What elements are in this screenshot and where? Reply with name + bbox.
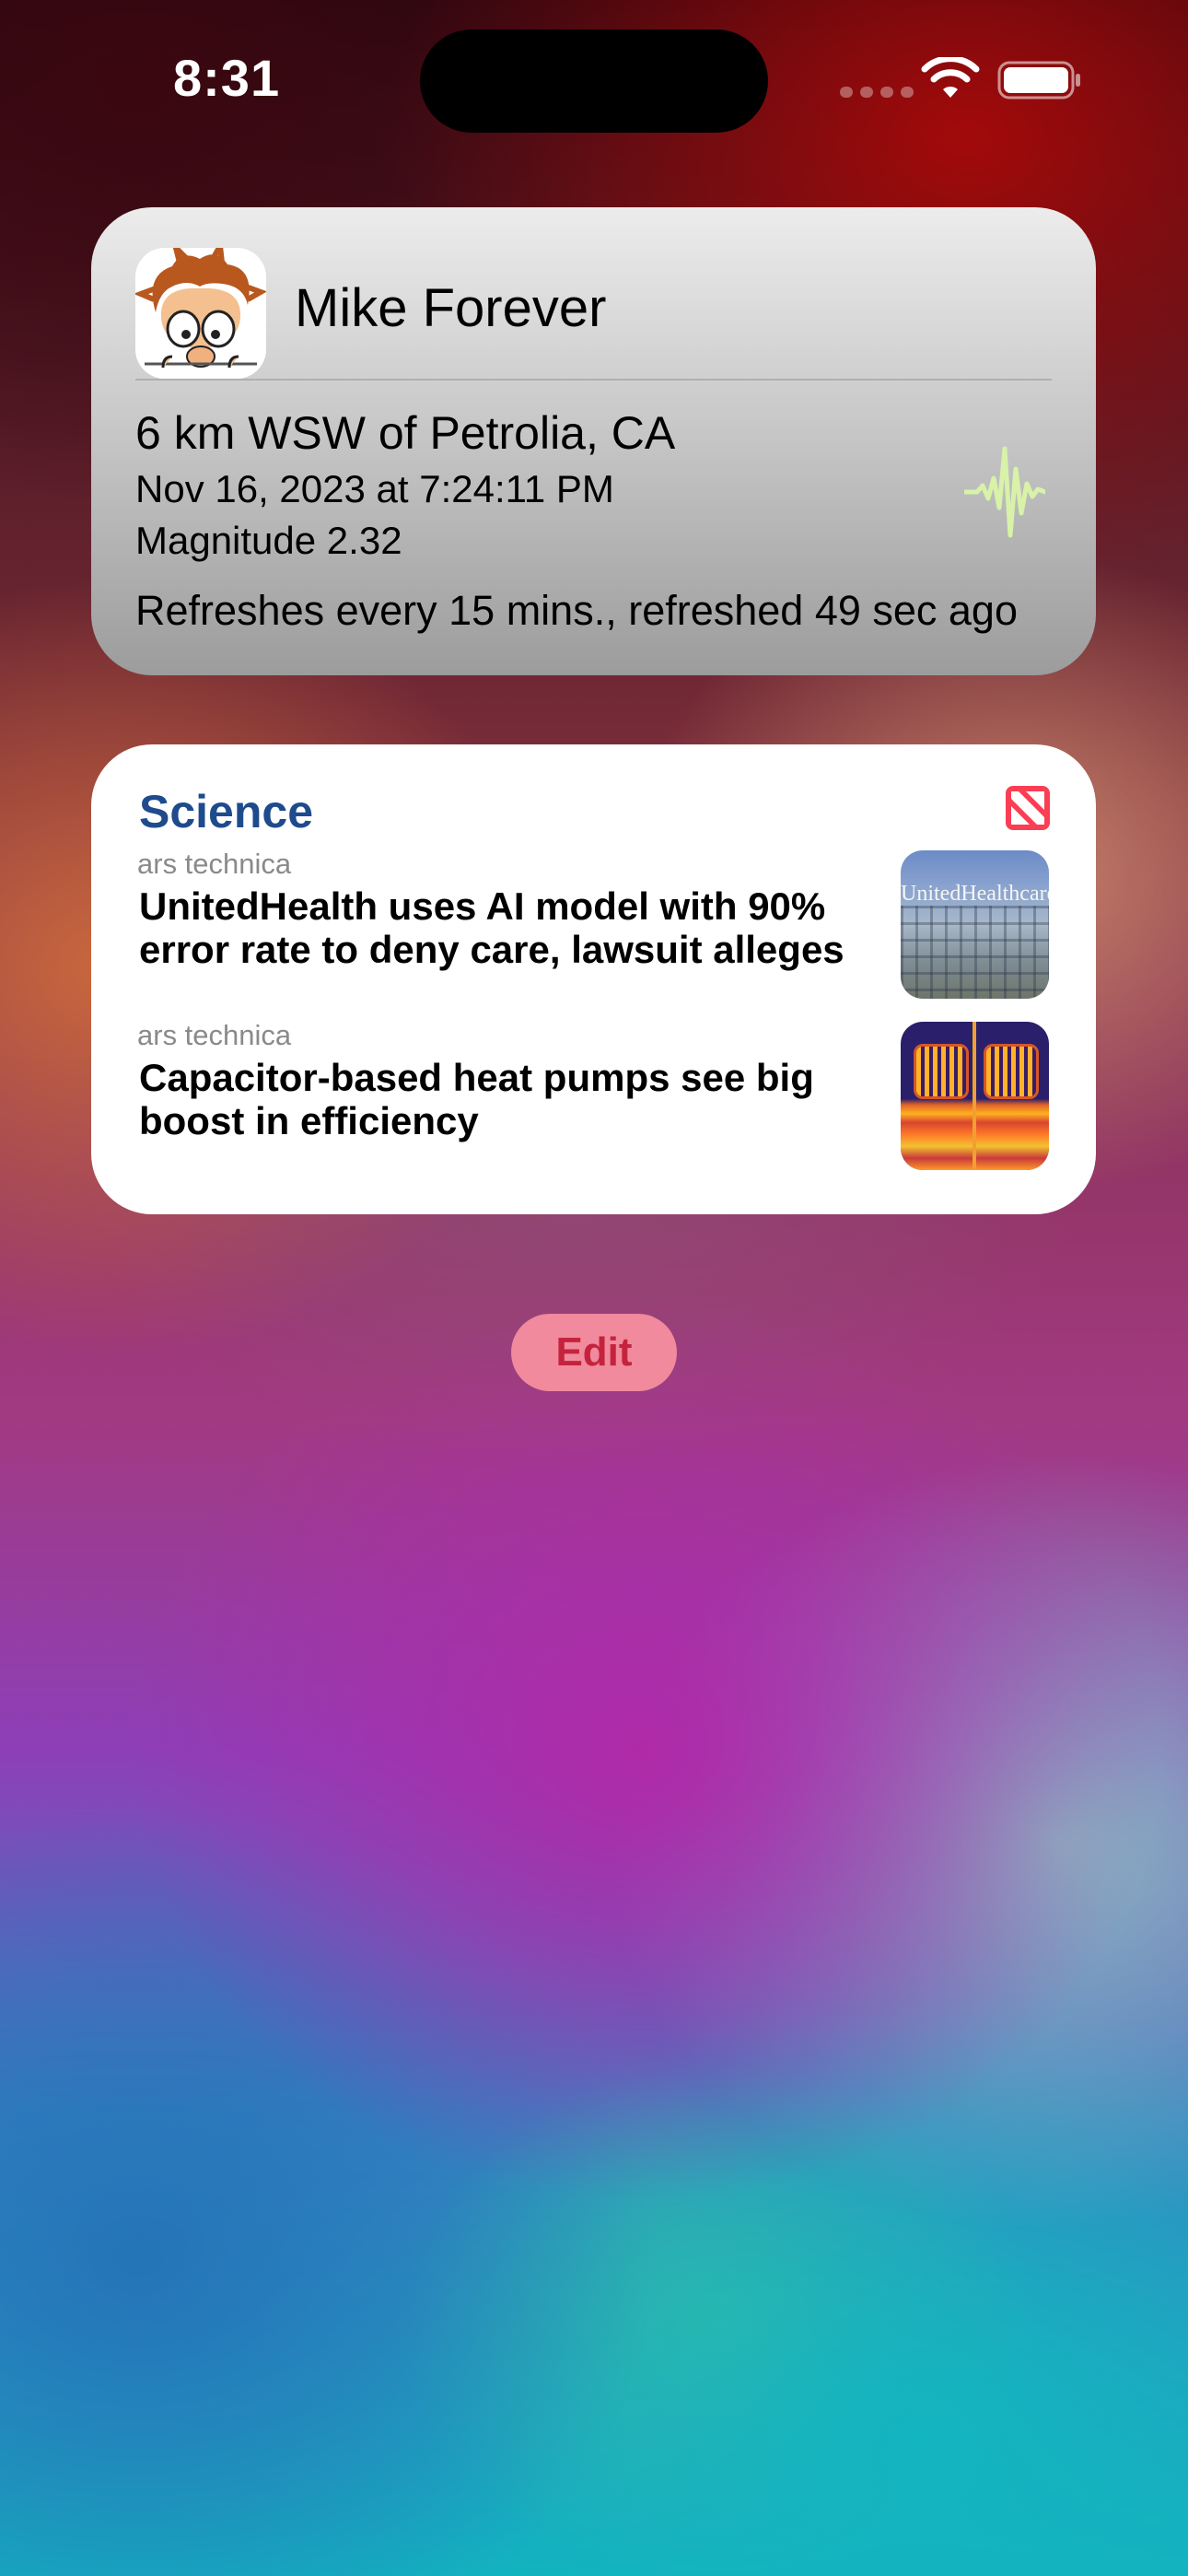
widget-title: Mike Forever bbox=[295, 278, 607, 338]
thumbnail-sign-text: UnitedHealthcare bbox=[901, 882, 1049, 906]
news-widget[interactable]: Science ars technica UnitedHealth uses A… bbox=[91, 744, 1096, 1214]
quake-location: 6 km WSW of Petrolia, CA bbox=[135, 407, 676, 459]
cartoon-face-icon bbox=[135, 248, 266, 379]
news-section-title: Science bbox=[139, 786, 314, 837]
seismograph-icon bbox=[964, 446, 1045, 538]
article-headline[interactable]: Capacitor-based heat pumps see big boost… bbox=[139, 1056, 903, 1142]
edit-button[interactable]: Edit bbox=[511, 1314, 677, 1391]
earthquake-widget[interactable]: Mike Forever 6 km WSW of Petrolia, CA No… bbox=[91, 207, 1096, 675]
article-thumbnail[interactable] bbox=[901, 1022, 1049, 1170]
status-time: 8:31 bbox=[173, 49, 281, 107]
refresh-status: Refreshes every 15 mins., refreshed 49 s… bbox=[135, 587, 1018, 634]
divider bbox=[135, 379, 1052, 381]
apple-news-icon bbox=[1006, 786, 1050, 830]
article-source: ars technica bbox=[137, 848, 292, 880]
battery-icon bbox=[997, 61, 1080, 100]
quake-magnitude: Magnitude 2.32 bbox=[135, 519, 402, 562]
wifi-icon bbox=[921, 57, 980, 98]
article-thumbnail[interactable]: UnitedHealthcare bbox=[901, 850, 1049, 999]
dynamic-island bbox=[420, 29, 768, 133]
quake-datetime: Nov 16, 2023 at 7:24:11 PM bbox=[135, 467, 614, 510]
cellular-signal-icon bbox=[840, 87, 914, 98]
article-source: ars technica bbox=[137, 1019, 292, 1051]
article-headline[interactable]: UnitedHealth uses AI model with 90% erro… bbox=[139, 884, 903, 971]
